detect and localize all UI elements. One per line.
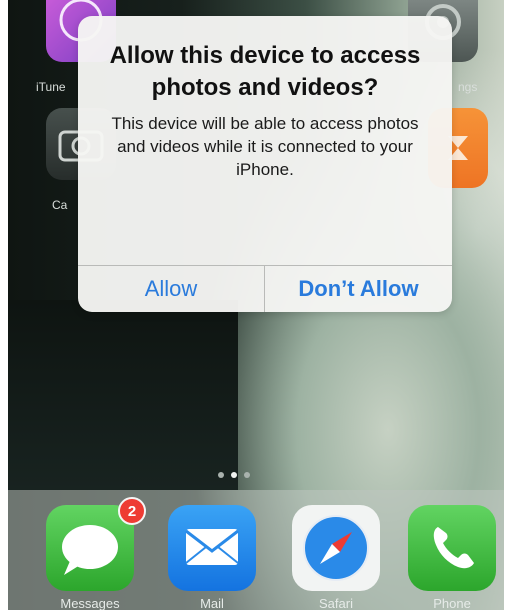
messages-badge: 2 bbox=[118, 497, 146, 525]
alert-title: Allow this device to access photos and v… bbox=[109, 42, 421, 101]
compass-icon bbox=[303, 515, 369, 581]
access-permission-alert: Allow this device to access photos and v… bbox=[78, 16, 452, 312]
mail-label: Mail bbox=[200, 596, 224, 610]
alert-message: This device will be able to access photo… bbox=[111, 114, 419, 179]
phone-app-icon[interactable] bbox=[408, 505, 496, 591]
phone-handset-icon bbox=[433, 527, 474, 569]
safari-label: Safari bbox=[319, 596, 353, 610]
phone-label: Phone bbox=[433, 596, 471, 610]
alert-body: Allow this device to access photos and v… bbox=[78, 16, 452, 250]
settings-label: ngs bbox=[458, 80, 478, 94]
page-dot bbox=[218, 472, 224, 478]
page-dot-active bbox=[231, 472, 237, 478]
page-dot bbox=[244, 472, 250, 478]
camera-label: Ca bbox=[52, 198, 68, 212]
mail-app-icon[interactable] bbox=[168, 505, 256, 591]
safari-app-icon[interactable] bbox=[292, 505, 380, 591]
messages-label: Messages bbox=[60, 596, 120, 610]
page-indicator[interactable] bbox=[218, 472, 250, 478]
dont-allow-button[interactable]: Don’t Allow bbox=[265, 266, 452, 312]
allow-button[interactable]: Allow bbox=[78, 266, 264, 312]
envelope-icon bbox=[185, 529, 239, 565]
itunes-label: iTune bbox=[36, 80, 66, 94]
wallpaper-shadow bbox=[8, 300, 238, 490]
